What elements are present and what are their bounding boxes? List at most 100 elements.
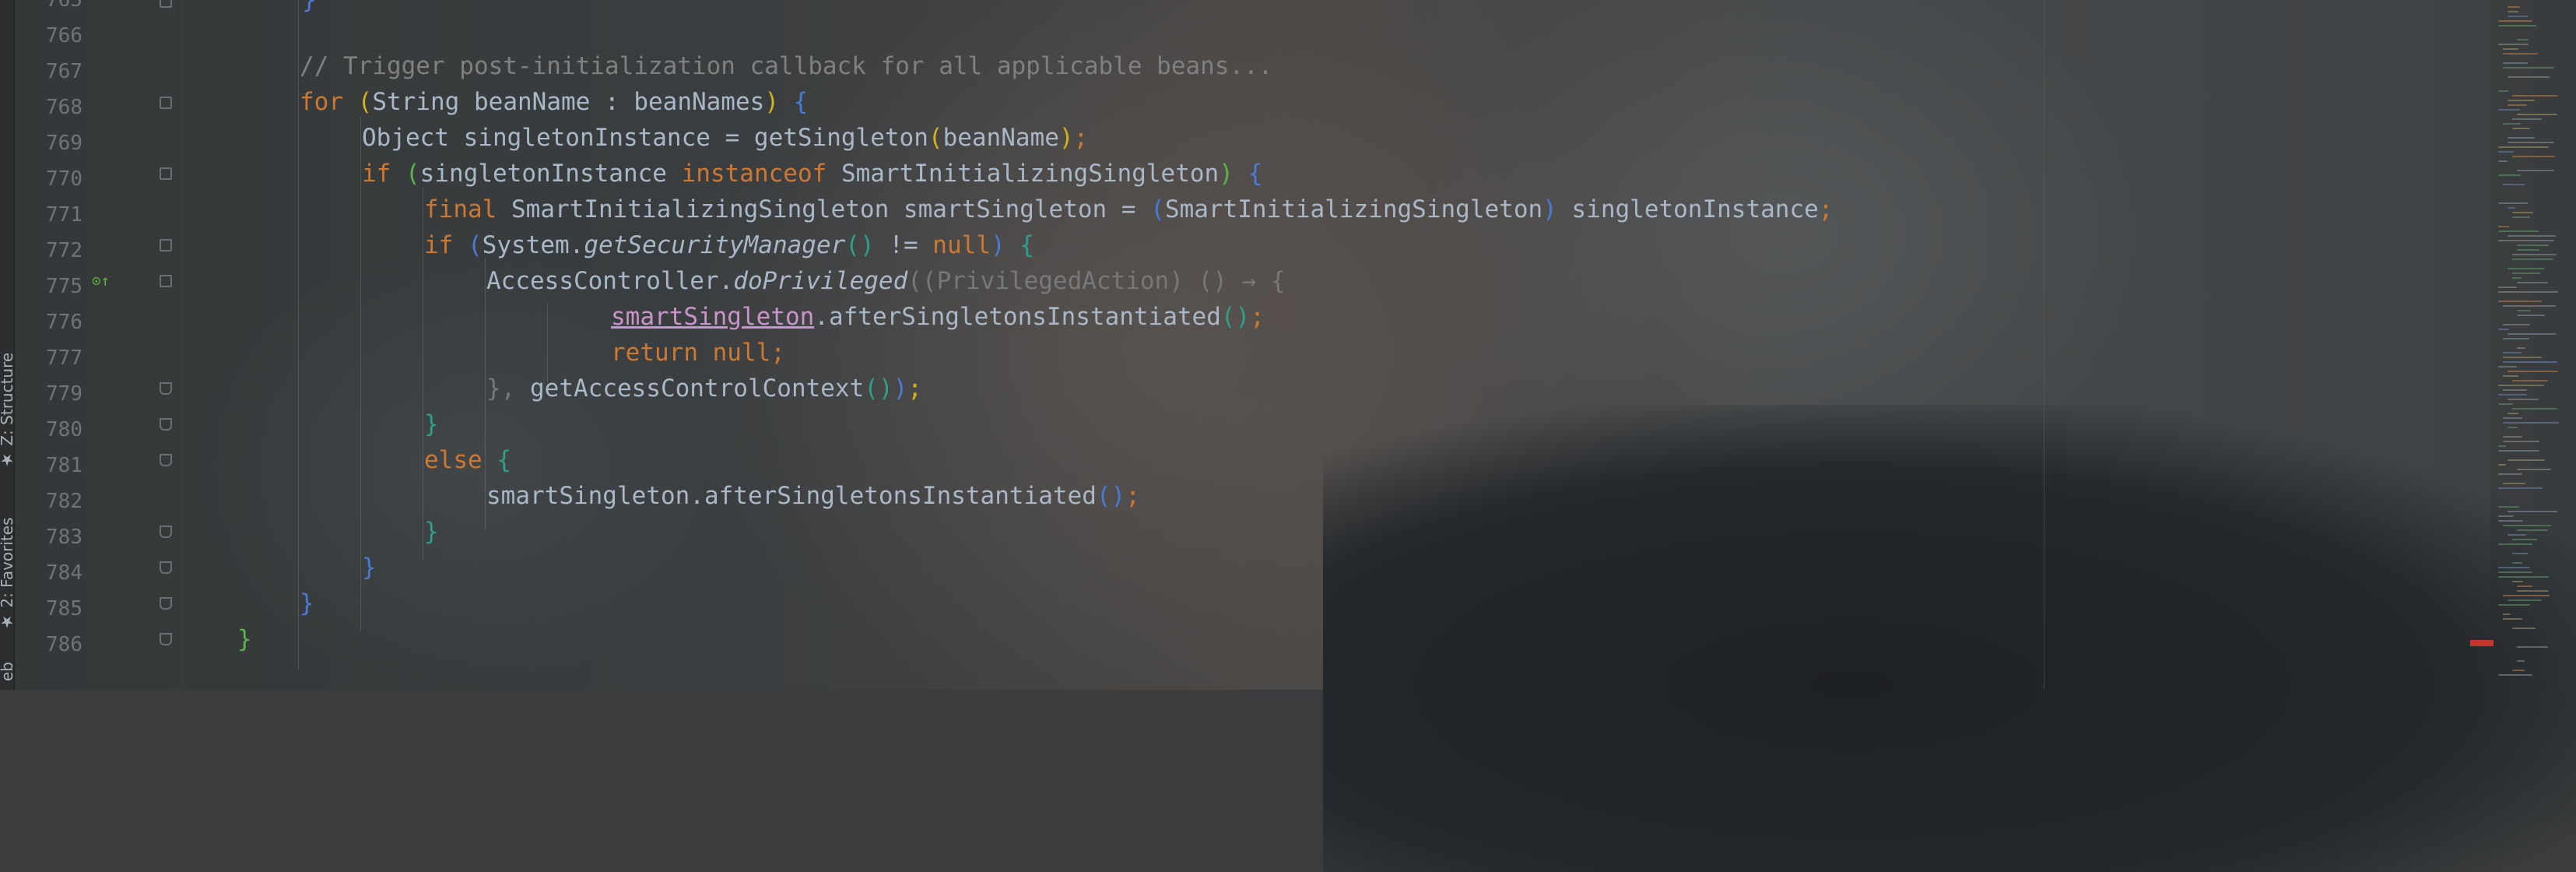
editor-minimap[interactable] xyxy=(2490,0,2576,690)
minimap-line xyxy=(2508,600,2542,601)
semicolon: ; xyxy=(907,374,922,403)
minimap-line xyxy=(2503,184,2525,185)
minimap-line xyxy=(2498,366,2517,367)
code-line-785[interactable]: } xyxy=(237,621,252,657)
line-number: 768 xyxy=(46,96,82,119)
paren: ) xyxy=(1058,124,1074,152)
tool-window-tab-structure[interactable]: ★ Z: Structure xyxy=(0,352,16,469)
minimap-line xyxy=(2508,511,2557,512)
minimap-line xyxy=(2512,628,2536,629)
line-number: 770 xyxy=(46,167,82,191)
code-line-769[interactable]: if (singletonInstance instanceof SmartIn… xyxy=(362,156,1262,192)
fold-marker[interactable] xyxy=(160,239,172,251)
singleton-instance: singletonInstance xyxy=(419,160,667,188)
minimap-line xyxy=(2498,90,2508,92)
colon: : xyxy=(604,88,619,116)
fold-marker[interactable] xyxy=(160,97,172,109)
minimap-line xyxy=(2498,674,2532,676)
minimap-line xyxy=(2503,422,2559,424)
code-line-777[interactable]: }, getAccessControlContext()); xyxy=(486,371,922,406)
paren: ( xyxy=(1150,195,1165,223)
minimap-line xyxy=(2498,445,2506,447)
editor-gutter[interactable]: 765 766 767 768 769 770 771 772 775 776 … xyxy=(14,0,182,690)
line-number: 780 xyxy=(46,418,82,441)
code-editor[interactable]: } // Trigger post-initialization callbac… xyxy=(181,0,2049,690)
indent-guide xyxy=(547,304,548,382)
minimap-line xyxy=(2508,534,2526,536)
line-number: 771 xyxy=(46,203,82,227)
minimap-line xyxy=(2498,146,2549,148)
tool-window-tab-favorites[interactable]: ★ 2: Favorites xyxy=(0,510,16,638)
code-line-768[interactable]: Object singletonInstance = getSingleton(… xyxy=(362,120,1088,156)
code-line-782[interactable]: } xyxy=(424,514,439,550)
minimap-line xyxy=(2508,413,2518,414)
minimap-line xyxy=(2498,25,2536,26)
minimap-line xyxy=(2512,118,2542,120)
fold-marker[interactable] xyxy=(160,526,172,538)
method-after: .afterSingletonsInstantiated xyxy=(814,303,1221,331)
code-line-767[interactable]: for (String beanName : beanNames) { xyxy=(300,84,808,120)
fold-marker[interactable] xyxy=(160,0,172,8)
paren: ) xyxy=(1219,160,1234,188)
minimap-line xyxy=(2512,254,2557,255)
minimap-line xyxy=(2517,585,2532,587)
minimap-line xyxy=(2498,291,2558,293)
minimap-line xyxy=(2498,403,2513,405)
fold-marker[interactable] xyxy=(160,597,172,610)
fold-marker[interactable] xyxy=(160,633,172,645)
minimap-line xyxy=(2508,104,2527,106)
minimap-line xyxy=(2498,543,2532,545)
code-line-783[interactable]: } xyxy=(362,550,377,585)
minimap-line xyxy=(2503,441,2539,442)
line-number: 784 xyxy=(46,561,82,585)
minimap-line xyxy=(2517,660,2525,662)
fold-marker[interactable] xyxy=(160,275,172,287)
field-smart-singleton: smartSingleton xyxy=(611,303,815,331)
code-line-771[interactable]: if (System.getSecurityManager() != null)… xyxy=(424,227,1034,263)
minimap-line xyxy=(2512,272,2540,274)
code-line-775[interactable]: smartSingleton.afterSingletonsInstantiat… xyxy=(611,299,1265,335)
fold-marker[interactable] xyxy=(160,382,172,395)
keyword-instanceof: instanceof xyxy=(681,160,827,188)
keyword-for: for xyxy=(300,88,343,116)
fold-marker[interactable] xyxy=(160,454,172,466)
code-line-776[interactable]: return null; xyxy=(611,335,785,371)
override-implement-icon[interactable]: ⊙↑ xyxy=(92,272,118,290)
code-line-765[interactable]: } xyxy=(302,0,317,18)
access-controller: AccessController. xyxy=(486,267,734,295)
line-number: 779 xyxy=(46,382,82,406)
fold-marker[interactable] xyxy=(160,561,172,574)
minimap-line xyxy=(2512,380,2548,382)
tool-window-tab-cut[interactable]: eb xyxy=(0,654,16,690)
minimap-line xyxy=(2517,469,2551,470)
fold-marker[interactable] xyxy=(160,418,172,431)
code-line-779[interactable]: } xyxy=(424,406,439,442)
minimap-line xyxy=(2498,450,2539,452)
brace: } xyxy=(362,554,377,582)
minimap-line xyxy=(2508,371,2558,372)
code-line-780[interactable]: else { xyxy=(424,442,511,478)
line-number: 777 xyxy=(46,346,82,370)
minimap-line xyxy=(2517,310,2531,311)
var-bean-name: beanName xyxy=(474,88,591,116)
code-line-766[interactable]: // Trigger post-initialization callback … xyxy=(300,48,1272,84)
folded-cast[interactable]: (PrivilegedAction) () → { xyxy=(922,267,1286,295)
minimap-line xyxy=(2503,361,2557,363)
minimap-line xyxy=(2498,301,2542,302)
code-line-770[interactable]: final SmartInitializingSingleton smartSi… xyxy=(424,192,1833,227)
minimap-line xyxy=(2503,67,2554,69)
minimap-line xyxy=(2498,151,2514,153)
minimap-line xyxy=(2503,417,2522,419)
fold-marker[interactable] xyxy=(160,167,172,180)
error-stripe-marker[interactable] xyxy=(2470,640,2494,646)
minimap-line xyxy=(2512,128,2530,129)
code-line-781[interactable]: smartSingleton.afterSingletonsInstantiat… xyxy=(486,478,1140,514)
keyword-if: if xyxy=(424,231,454,259)
minimap-line xyxy=(2498,487,2543,489)
line-number: 781 xyxy=(46,454,82,477)
semicolon: ; xyxy=(1250,303,1265,331)
code-line-772[interactable]: AccessController.doPrivileged((Privilege… xyxy=(486,263,1286,299)
object-decl: Object singletonInstance = getSingleton xyxy=(362,124,928,152)
tool-window-strip: ★ Z: Structure ★ 2: Favorites eb xyxy=(0,0,16,690)
code-line-784[interactable]: } xyxy=(300,585,314,621)
